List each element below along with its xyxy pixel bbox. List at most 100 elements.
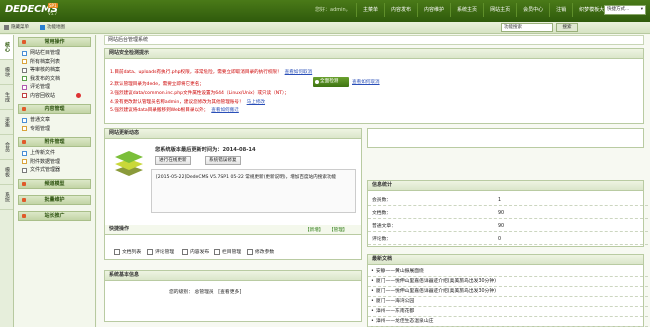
sidebar-item[interactable]: 附件数据管理 <box>22 158 95 167</box>
nav-item[interactable]: 会员中心 <box>516 3 549 17</box>
chevron-down-icon: ▾ <box>640 7 643 12</box>
quick-shortcut-select[interactable]: 快捷方式... ▾ <box>604 5 646 15</box>
news-item[interactable]: • 安静——黄山振展面绕 <box>368 267 648 277</box>
news-link[interactable]: 漳州——东南花都 <box>376 309 414 314</box>
function-map-button[interactable]: 功能地图 <box>40 24 65 30</box>
warning-text: 4.没有更改默认管理员名称admin，建议您修改为其他管理账号！ <box>110 100 244 105</box>
sidebar-item[interactable]: 内容回收站 <box>22 92 95 101</box>
sidebar-item[interactable]: 网站栏目管理 <box>22 49 95 58</box>
sidebar-item[interactable]: 专题管理 <box>22 125 95 134</box>
nav-item[interactable]: 主菜单 <box>356 3 384 17</box>
quick-ops-new-link[interactable]: 【新增】 <box>305 227 323 233</box>
sysinfo-title: 系统基本信息 <box>105 271 361 281</box>
nav-item[interactable]: 注销 <box>549 3 572 17</box>
sidebar-item[interactable]: 上传新文件 <box>22 149 95 158</box>
quick-op-icon <box>147 248 153 255</box>
nav-item[interactable]: 网站主页 <box>483 3 516 17</box>
sidebar-item-label: 附件数据管理 <box>30 158 61 165</box>
function-search-input[interactable]: 功能搜索 <box>501 23 553 32</box>
sidebar-group-title[interactable]: 站长推广 <box>18 210 91 221</box>
news-panel: 最新文档 • 安静——黄山振展面绕 • 厦门——悦伸山里嘉佰详器迹介绍(奥美旅岛出发3… <box>367 254 648 327</box>
news-link[interactable]: 厦门——悦伸山里嘉佰详器迹介绍(奥美旅岛出发30分钟) <box>376 279 496 284</box>
sidebar-item-label: 文件式管理器 <box>30 167 61 174</box>
document-icon <box>22 76 27 82</box>
sidebar-group-title[interactable]: 频道模型 <box>18 178 91 189</box>
update-log-text: [2015-05-22]DedeCMS V5.7SP1 05-22 常规更新(更… <box>156 175 337 180</box>
full-check-button[interactable]: 全面检测 <box>313 77 349 87</box>
news-link[interactable]: 安静——黄山振展面绕 <box>376 269 424 274</box>
news-item[interactable]: • 厦门——悦伸山里嘉佰详器迹介绍(奥美旅岛出发30分钟) <box>368 287 648 297</box>
online-update-button[interactable]: 进行在线更新 <box>155 156 191 165</box>
nav-item[interactable]: 系统主页 <box>450 3 483 17</box>
sidebar-item[interactable]: 所有档案列表 <box>22 58 95 67</box>
sidebar-item[interactable]: 普通文章 <box>22 116 95 125</box>
stat-value: 0 <box>498 237 502 242</box>
how-to-cancel-link[interactable]: 查看如何取消 <box>352 79 380 85</box>
nav-item[interactable]: 内容维护 <box>417 3 450 17</box>
quick-op-label: 文档列表 <box>122 250 142 255</box>
news-item[interactable]: • 漳州——东南花都 <box>368 307 648 317</box>
stat-value: 90 <box>498 211 505 216</box>
quick-op-icon <box>214 248 220 255</box>
vtab[interactable]: 生成 <box>0 85 13 110</box>
news-item[interactable]: • 漳州——龙佳生态温泉山庄 <box>368 317 648 327</box>
vtab[interactable]: 核心 <box>0 35 13 60</box>
bullet-icon: • <box>371 269 374 274</box>
warning-link[interactable]: 查看如何搬迁 <box>211 108 239 113</box>
quick-op-link[interactable]: 栏目管理 <box>214 248 241 255</box>
sidebar-group: 上传新文件 附件数据管理 文件式管理器 <box>14 147 95 177</box>
vtab[interactable]: 模块 <box>0 60 13 85</box>
warning-link[interactable]: 马上修改 <box>247 100 265 105</box>
sidebar-item-label: 等审核的档案 <box>30 67 61 74</box>
stat-value: 1 <box>498 198 502 203</box>
sidebar-item-label: 评论管理 <box>30 84 51 91</box>
sidebar-item[interactable]: 文件式管理器 <box>22 166 95 175</box>
quick-op-link[interactable]: 评论管理 <box>147 248 174 255</box>
view-more-link[interactable]: [查看更多] <box>218 290 241 295</box>
document-icon <box>22 84 27 90</box>
stat-row: 普通文章： 90 <box>368 221 648 232</box>
sidebar-group-title[interactable]: 内容管理 <box>18 104 91 114</box>
document-icon <box>22 159 27 165</box>
system-repair-button[interactable]: 系统错误修复 <box>205 156 241 165</box>
news-link[interactable]: 厦门——悦伸山里嘉佰详器迹介绍(奥美旅岛出发30分钟) <box>376 289 496 294</box>
news-link[interactable]: 厦门——海湾公园 <box>376 299 414 304</box>
vtab[interactable]: 会员 <box>0 135 13 160</box>
quick-op-label: 内容发布 <box>190 250 210 255</box>
bullet-icon: • <box>371 309 374 314</box>
sidebar-group: 普通文章 专题管理 <box>14 114 95 135</box>
security-panel: 网站安全检测提示 1.目前data、uploads有执行.php权限，非常危险，… <box>104 48 644 124</box>
search-button[interactable]: 搜索 <box>556 23 578 32</box>
warning-text: 1.目前data、uploads有执行.php权限，非常危险，需要立即取消目录的… <box>110 70 282 75</box>
stats-title: 信息统计 <box>368 181 643 191</box>
vtab[interactable]: 采集 <box>0 110 13 135</box>
quick-op-link[interactable]: 文档列表 <box>114 248 141 255</box>
vtab[interactable]: 系统 <box>0 185 13 210</box>
hide-menu-button[interactable]: 隐藏菜单 <box>4 24 29 30</box>
stat-label: 评论数： <box>372 237 392 242</box>
main-nav: 主菜单 内容发布 内容维护 系统主页 网站主页 会员中心 注销 织梦模板大全 <box>356 3 615 17</box>
stat-row: 评论数： 0 <box>368 234 648 245</box>
stat-row: 文档数： 90 <box>368 208 648 219</box>
sidebar-group-title[interactable]: 附件管理 <box>18 137 91 147</box>
quick-ops-manage-link[interactable]: 【管理】 <box>329 227 347 233</box>
warning-link[interactable]: 查看如何取消 <box>285 70 313 75</box>
news-item[interactable]: • 厦门——悦伸山里嘉佰详器迹介绍(奥美旅岛出发30分钟) <box>368 277 648 287</box>
sidebar-group-title[interactable]: 批量维护 <box>18 194 91 205</box>
sidebar-item[interactable]: 我发布的文档 <box>22 75 95 84</box>
sidebar-item[interactable]: 等审核的档案 <box>22 66 95 75</box>
news-link[interactable]: 漳州——龙佳生态温泉山庄 <box>376 319 434 324</box>
sidebar-group-title[interactable]: 常用操作 <box>18 37 91 47</box>
vtab[interactable]: 模板 <box>0 160 13 185</box>
document-icon <box>22 117 27 123</box>
news-item[interactable]: • 厦门——海湾公园 <box>368 297 648 307</box>
stat-value: 90 <box>498 224 505 229</box>
logo-badge: SP1 <box>48 3 58 8</box>
bullet-icon: • <box>371 279 374 284</box>
quick-op-link[interactable]: 修改参数 <box>247 248 274 255</box>
document-icon <box>22 59 27 65</box>
security-warning: 2.默认管理目录为dede，需要立即将它更名； <box>110 81 204 87</box>
quick-op-link[interactable]: 内容发布 <box>182 248 209 255</box>
nav-item[interactable]: 内容发布 <box>384 3 417 17</box>
sidebar-item[interactable]: 评论管理 <box>22 83 95 92</box>
